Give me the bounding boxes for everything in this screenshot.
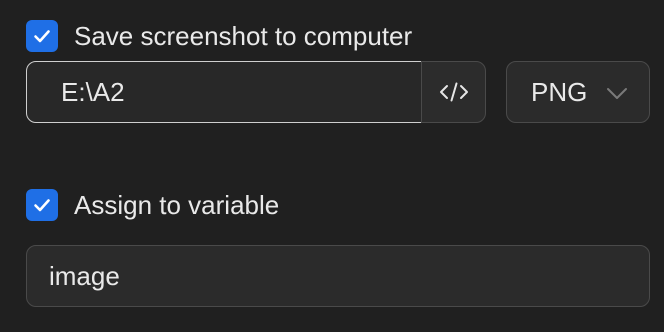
image-format-value: PNG [531, 77, 588, 107]
assign-to-variable-label: Assign to variable [74, 190, 280, 220]
file-path-value: E:\A2 [61, 77, 125, 107]
checkmark-icon [34, 199, 50, 212]
file-path-input[interactable]: E:\A2 [26, 61, 422, 123]
variable-name-input[interactable]: image [26, 245, 650, 307]
save-to-computer-checkbox[interactable] [26, 20, 58, 52]
code-icon [439, 82, 468, 102]
image-format-select[interactable]: PNG [506, 61, 650, 123]
save-to-computer-label: Save screenshot to computer [74, 21, 413, 51]
browse-path-button[interactable] [421, 61, 486, 123]
variable-name-value: image [49, 261, 120, 291]
checkmark-icon [34, 30, 50, 43]
chevron-down-icon [607, 88, 627, 99]
assign-to-variable-checkbox[interactable] [26, 189, 58, 221]
